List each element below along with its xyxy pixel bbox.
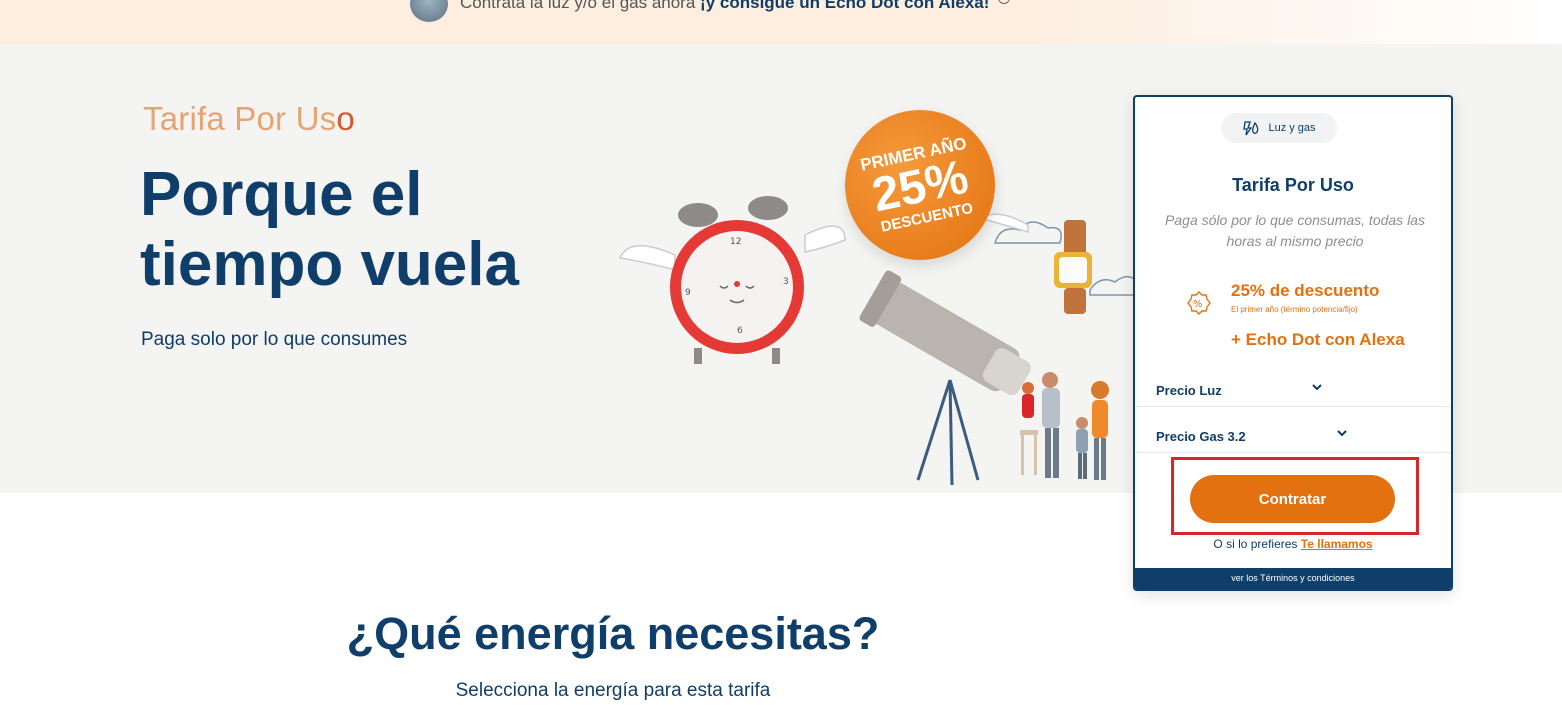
energy-section-title: ¿Qué energía necesitas? xyxy=(346,608,880,659)
clock-wing-right xyxy=(804,225,846,253)
terms-link[interactable]: ver los Términos y condiciones xyxy=(1135,568,1451,589)
callback-text: O si lo prefieres Te llamamos xyxy=(1135,537,1451,551)
clock-leg-left xyxy=(694,348,702,364)
svg-text:6: 6 xyxy=(737,326,743,336)
person-mom-body xyxy=(1092,400,1108,438)
svg-text:%: % xyxy=(1193,299,1203,310)
tariff-logo-text: Tarifa Por Us xyxy=(143,100,337,137)
clock-bell-left xyxy=(678,203,718,227)
clock-wing-left xyxy=(618,244,676,271)
promo-echo-dot: + Echo Dot con Alexa xyxy=(1231,330,1405,349)
clock-nose xyxy=(734,281,740,287)
hero-illustration: 12 3 6 9 PRIMER AÑO 25% DESCUENTO xyxy=(600,96,1141,492)
svg-text:9: 9 xyxy=(685,288,691,298)
tariff-logo: Tarifa Por Uso xyxy=(143,100,355,138)
energy-section-subtitle: Selecciona la energía para esta tarifa xyxy=(455,680,771,701)
price-luz-dropdown[interactable]: Precio Luz xyxy=(1135,375,1451,407)
price-gas-label: Precio Gas 3.2 xyxy=(1156,429,1246,444)
stool-seat xyxy=(1020,430,1038,435)
clock-bell-right xyxy=(748,196,788,220)
chevron-down-icon xyxy=(1337,430,1347,437)
card-title: Tarifa Por Uso xyxy=(1232,175,1354,195)
chevron-down-icon xyxy=(1312,384,1322,391)
person-dad-head xyxy=(1042,372,1058,388)
discount-percent-icon: % xyxy=(1187,291,1211,315)
tariff-card: Luz y gas Tarifa Por Uso Paga sólo por l… xyxy=(1133,95,1453,591)
person-dad-body xyxy=(1042,388,1060,428)
hero-headline-line2: tiempo vuela xyxy=(140,230,519,299)
promo-discount: 25% de descuento xyxy=(1231,281,1380,300)
hero-subtitle: Paga solo por lo que consumes xyxy=(141,329,408,350)
power-icon: o xyxy=(336,100,355,137)
hero-headline-line1: Porque el xyxy=(140,160,423,229)
clock-leg-right xyxy=(772,348,780,364)
callback-prefix: O si lo prefieres xyxy=(1213,537,1298,551)
svg-text:3: 3 xyxy=(783,277,789,287)
price-gas-dropdown[interactable]: Precio Gas 3.2 xyxy=(1135,421,1451,453)
hero-headline: Porque el tiempo vuela xyxy=(140,160,620,300)
promo-message: Contrata la luz y/o el gas ahora ¡y cons… xyxy=(460,0,1011,13)
watch-strap-bottom xyxy=(1064,288,1086,314)
tripod-leg-right xyxy=(948,379,980,481)
person-boy-body xyxy=(1076,429,1088,453)
promo-banner[interactable]: Contrata la luz y/o el gas ahora ¡y cons… xyxy=(0,0,1562,44)
watch-face xyxy=(1059,257,1087,283)
tripod-leg-middle xyxy=(948,379,954,486)
promo-discount-note: El primer año (término potencia/fijo) xyxy=(1231,305,1358,314)
card-description: Paga sólo por lo que consumas, todas las… xyxy=(1165,212,1425,249)
person-boy-head xyxy=(1076,417,1088,429)
person-girl-head xyxy=(1022,382,1034,394)
callback-link[interactable]: Te llamamos xyxy=(1301,537,1373,551)
light-gas-icon xyxy=(1243,121,1259,136)
promo-message-text: Contrata la luz y/o el gas ahora xyxy=(460,0,696,12)
echo-dot-image xyxy=(410,0,448,22)
energy-type-pill[interactable]: Luz y gas xyxy=(1221,113,1337,143)
svg-text:12: 12 xyxy=(730,237,741,247)
person-girl-body xyxy=(1022,394,1034,418)
energy-type-label: Luz y gas xyxy=(1268,122,1316,134)
info-icon[interactable] xyxy=(998,0,1011,4)
contratar-button[interactable]: Contratar xyxy=(1190,475,1395,523)
promo-message-bold: ¡y consigue un Echo Dot con Alexa! xyxy=(700,0,990,12)
price-luz-label: Precio Luz xyxy=(1156,383,1222,398)
tripod-leg-left xyxy=(916,379,952,481)
person-mom-head xyxy=(1091,381,1109,399)
